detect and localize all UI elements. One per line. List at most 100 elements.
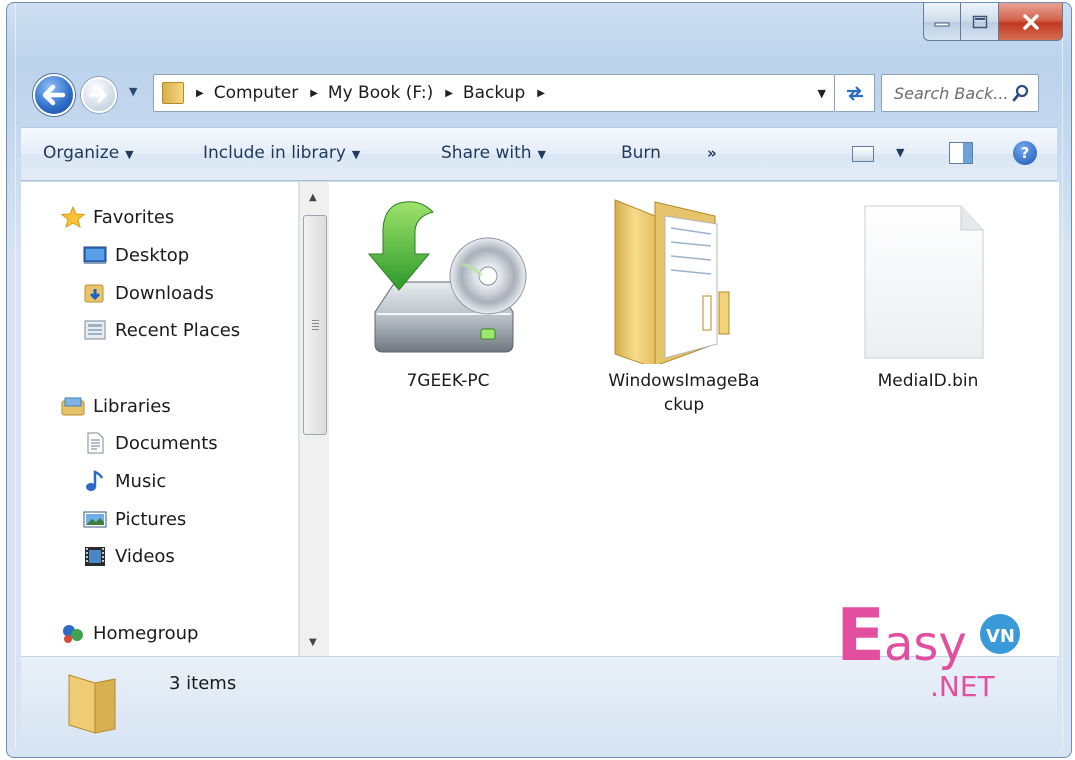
- folder-icon: [68, 674, 116, 734]
- nav-music[interactable]: Music: [83, 470, 166, 492]
- nav-documents-label: Documents: [115, 432, 218, 454]
- nav-downloads[interactable]: Downloads: [83, 282, 214, 304]
- address-bar[interactable]: ▶ Computer ▶ My Book (F:) ▶ Backup ▶ ▼: [153, 74, 835, 112]
- more-commands-button[interactable]: »: [707, 144, 717, 162]
- recent-pages-button[interactable]: ▼: [129, 85, 137, 98]
- back-button[interactable]: [33, 74, 75, 116]
- nav-favorites[interactable]: Favorites: [61, 206, 174, 228]
- nav-desktop-label: Desktop: [115, 244, 190, 266]
- search-box[interactable]: [881, 74, 1039, 112]
- include-in-library-button[interactable]: Include in library ▼: [203, 143, 360, 163]
- file-item-mediaid-bin[interactable]: MediaID.bin: [843, 194, 1013, 393]
- breadcrumb-arrow-icon[interactable]: ▶: [196, 88, 204, 99]
- maximize-icon: [972, 15, 987, 28]
- command-bar: Organize ▼ Include in library ▼ Share with…: [21, 127, 1057, 181]
- maximize-button[interactable]: [961, 3, 999, 41]
- refresh-button[interactable]: [835, 74, 875, 112]
- include-in-library-label: Include in library: [203, 143, 346, 163]
- nav-desktop[interactable]: Desktop: [83, 244, 189, 266]
- backup-drive-icon: [367, 201, 527, 353]
- nav-libraries-label: Libraries: [93, 395, 171, 417]
- chevron-down-icon: ▼: [129, 85, 138, 98]
- chevron-down-icon: ▼: [537, 148, 546, 161]
- nav-homegroup[interactable]: Homegroup: [61, 622, 198, 644]
- nav-pane-scrollbar[interactable]: ▲ ▼: [299, 182, 329, 656]
- file-icon: [864, 205, 984, 359]
- breadcrumb-arrow-icon[interactable]: ▶: [537, 88, 545, 99]
- scroll-up-arrow-icon[interactable]: ▲: [309, 192, 317, 203]
- nav-documents[interactable]: Documents: [83, 432, 218, 454]
- file-item-windowsimagebackup[interactable]: WindowsImageBa ckup: [599, 194, 769, 417]
- pictures-icon: [83, 511, 107, 528]
- address-dropdown-icon[interactable]: ▼: [818, 87, 826, 100]
- scrollbar-thumb[interactable]: [303, 215, 327, 435]
- svg-text:VN: VN: [986, 626, 1015, 647]
- scroll-grip-icon: [312, 320, 319, 330]
- burn-label: Burn: [621, 143, 661, 163]
- breadcrumb-arrow-icon[interactable]: ▶: [445, 88, 453, 99]
- close-icon: [1022, 13, 1039, 30]
- file-item-7geek-pc[interactable]: 7GEEK-PC: [363, 194, 533, 393]
- easyvn-logo: E asy VN .NET: [836, 593, 1020, 703]
- navigation-pane: Favorites Desktop Downloads Recent Place…: [21, 182, 299, 656]
- breadcrumb-backup[interactable]: Backup: [463, 83, 525, 103]
- burn-button[interactable]: Burn: [621, 143, 661, 163]
- documents-icon: [87, 432, 104, 454]
- svg-text:asy: asy: [884, 616, 967, 672]
- music-note-icon: [86, 470, 104, 491]
- share-with-button[interactable]: Share with ▼: [441, 143, 546, 163]
- search-input[interactable]: [894, 83, 1014, 103]
- close-button[interactable]: [999, 3, 1063, 41]
- folder-icon: [614, 199, 730, 369]
- more-commands-label: »: [707, 144, 717, 162]
- nav-downloads-label: Downloads: [115, 282, 214, 304]
- star-icon: [61, 206, 85, 228]
- videos-icon: [85, 547, 105, 566]
- help-icon[interactable]: ?: [1013, 141, 1037, 165]
- nav-pictures[interactable]: Pictures: [83, 508, 186, 530]
- file-list: 7GEEK-PC WindowsImageBa ckup MediaID.bin: [329, 182, 1059, 656]
- organize-button[interactable]: Organize ▼: [43, 143, 134, 163]
- nav-videos[interactable]: Videos: [83, 545, 175, 567]
- minimize-icon: [934, 22, 950, 26]
- nav-videos-label: Videos: [115, 545, 175, 567]
- file-name: 7GEEK-PC: [406, 371, 490, 391]
- nav-pictures-label: Pictures: [115, 508, 187, 530]
- recent-places-icon: [84, 320, 106, 340]
- change-view-icon[interactable]: [852, 146, 874, 162]
- chevron-down-icon: ▼: [351, 148, 361, 161]
- breadcrumb-arrow-icon[interactable]: ▶: [310, 88, 318, 99]
- nav-recent-places-label: Recent Places: [115, 319, 241, 341]
- libraries-icon: [61, 397, 85, 416]
- view-options-dropdown-icon[interactable]: ▼: [896, 146, 904, 159]
- share-with-label: Share with: [441, 143, 532, 163]
- organize-label: Organize: [43, 143, 120, 163]
- back-arrow-icon: [42, 84, 66, 106]
- item-count: 3 items: [169, 673, 237, 694]
- svg-text:.NET: .NET: [930, 670, 996, 703]
- search-icon[interactable]: [1012, 84, 1030, 102]
- preview-pane-icon[interactable]: [949, 142, 973, 164]
- file-name: MediaID.bin: [877, 371, 979, 391]
- caption-buttons: [923, 3, 1063, 41]
- nav-music-label: Music: [115, 470, 167, 492]
- desktop-icon: [83, 246, 107, 264]
- forward-button[interactable]: [81, 77, 117, 113]
- forward-arrow-icon: [89, 87, 107, 103]
- breadcrumb-computer[interactable]: Computer: [214, 83, 299, 103]
- folder-icon: [162, 82, 184, 104]
- chevron-down-icon: ▼: [125, 148, 134, 161]
- file-name-line-2: ckup: [663, 395, 705, 415]
- refresh-icon: [846, 86, 863, 101]
- nav-libraries[interactable]: Libraries: [61, 395, 171, 417]
- breadcrumb-my-book[interactable]: My Book (F:): [328, 83, 433, 103]
- downloads-folder-icon: [84, 284, 104, 303]
- svg-text:E: E: [836, 593, 885, 677]
- homegroup-icon: [63, 625, 83, 643]
- minimize-button[interactable]: [923, 3, 961, 41]
- file-name-line-1: WindowsImageBa: [608, 371, 760, 391]
- nav-favorites-label: Favorites: [93, 206, 175, 228]
- nav-homegroup-label: Homegroup: [93, 622, 199, 644]
- scroll-down-arrow-icon[interactable]: ▼: [309, 637, 317, 648]
- nav-recent-places[interactable]: Recent Places: [83, 319, 240, 341]
